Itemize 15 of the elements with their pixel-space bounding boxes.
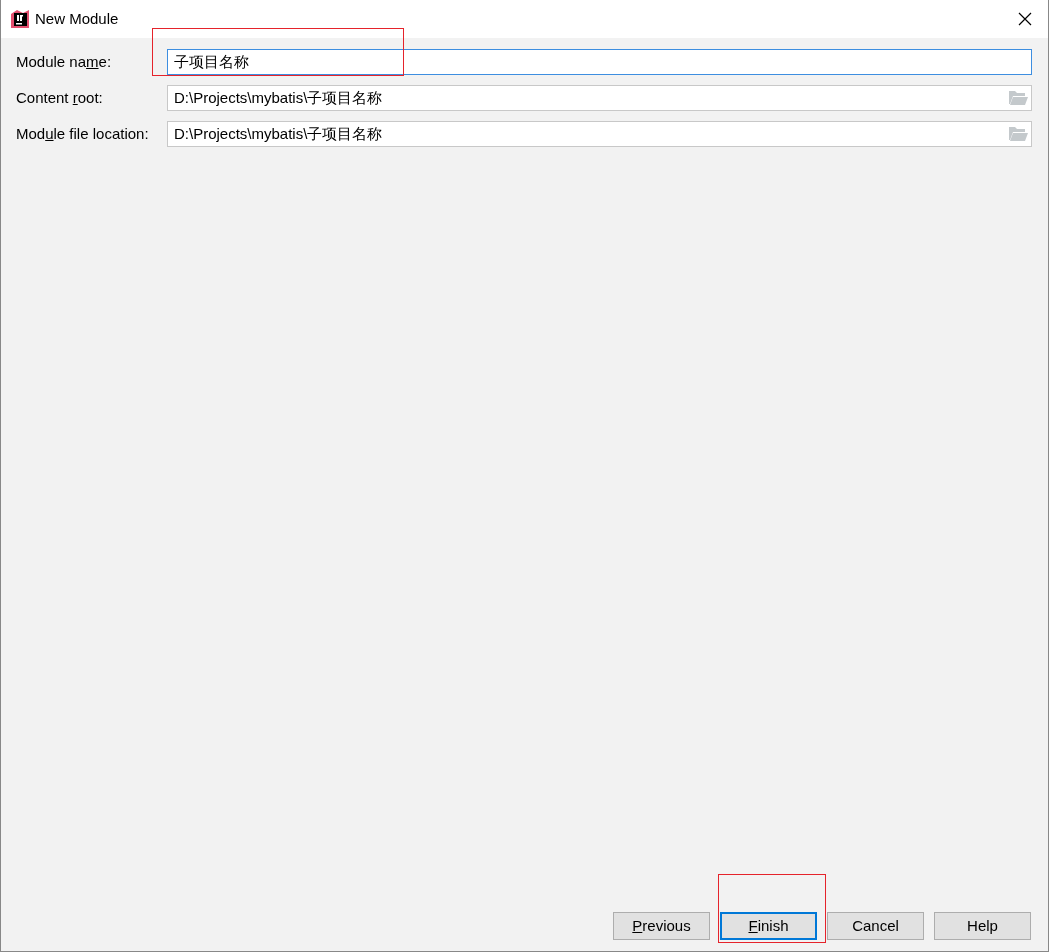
field-label: Content root: xyxy=(16,87,104,108)
dialog-button[interactable]: Cancel xyxy=(827,912,924,940)
dialog-button[interactable]: Help xyxy=(934,912,1031,940)
dialog-button[interactable]: Finish xyxy=(720,912,817,940)
dialog-button[interactable]: Previous xyxy=(613,912,710,940)
text-field[interactable]: 子项目名称 xyxy=(167,49,1032,75)
app-logo-icon xyxy=(11,10,29,28)
text-field[interactable]: D:\Projects\mybatis\子项目名称 xyxy=(167,121,1032,147)
close-icon xyxy=(1018,12,1032,26)
folder-icon[interactable] xyxy=(1009,90,1028,105)
field-label: Module file location: xyxy=(16,123,150,144)
window-title: New Module xyxy=(35,8,119,29)
folder-icon[interactable] xyxy=(1009,126,1028,141)
field-label: Module name: xyxy=(16,51,113,72)
text-field[interactable]: D:\Projects\mybatis\子项目名称 xyxy=(167,85,1032,111)
